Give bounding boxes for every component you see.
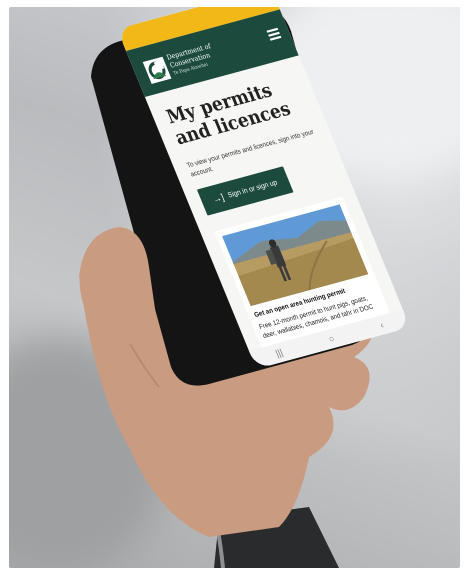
menu-icon[interactable] (266, 27, 282, 41)
sign-in-label: Sign in or sign up (226, 178, 279, 200)
back-icon[interactable]: ‹ (378, 320, 385, 331)
sign-in-icon: →] (211, 191, 226, 205)
photo: Department of Conservation Te Papa Atawh… (9, 7, 460, 568)
org-name: Department of Conservation Te Papa Atawh… (165, 38, 239, 79)
home-icon[interactable]: ○ (327, 333, 336, 344)
doc-logo-icon (142, 56, 172, 85)
recent-apps-icon[interactable]: ||| (274, 347, 284, 359)
